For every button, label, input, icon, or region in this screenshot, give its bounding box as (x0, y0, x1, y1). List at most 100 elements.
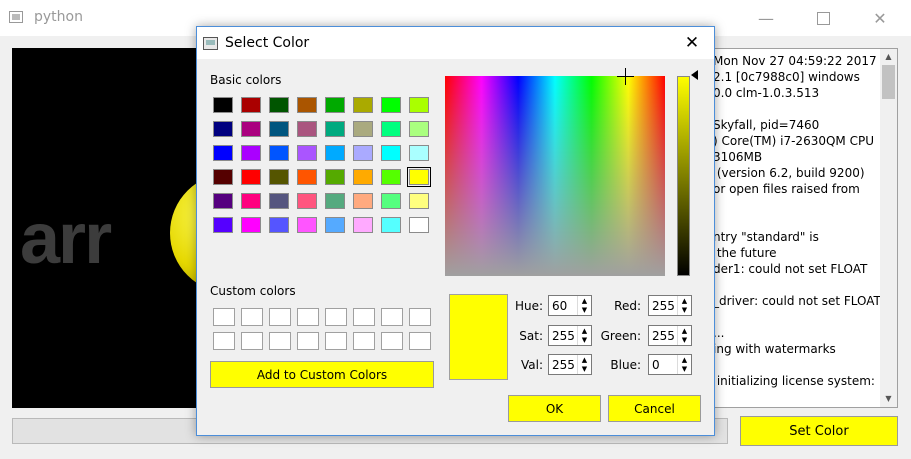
basic-color-swatch[interactable] (269, 121, 289, 137)
basic-color-swatch[interactable] (213, 97, 233, 113)
basic-color-swatch[interactable] (269, 97, 289, 113)
custom-color-swatch[interactable] (213, 308, 235, 326)
basic-color-swatch[interactable] (325, 97, 345, 113)
basic-color-swatch[interactable] (213, 121, 233, 137)
custom-color-swatch[interactable] (381, 332, 403, 350)
basic-color-swatch[interactable] (381, 169, 401, 185)
custom-color-swatch[interactable] (297, 332, 319, 350)
basic-color-swatch[interactable] (269, 169, 289, 185)
basic-color-swatch[interactable] (325, 121, 345, 137)
app-icon (9, 11, 23, 23)
luminance-slider[interactable] (677, 76, 690, 276)
basic-color-swatch[interactable] (213, 145, 233, 161)
spin-arrows-icon[interactable]: ▲ ▼ (677, 355, 691, 374)
basic-color-swatch[interactable] (213, 217, 233, 233)
basic-color-swatch[interactable] (269, 217, 289, 233)
custom-color-swatch[interactable] (325, 332, 347, 350)
custom-color-swatch[interactable] (409, 332, 431, 350)
close-icon[interactable]: ✕ (857, 0, 903, 36)
basic-color-swatch[interactable] (353, 145, 373, 161)
log-scrollbar[interactable]: ▲ ▼ (880, 49, 897, 407)
green-label: Green: (600, 329, 641, 343)
basic-color-swatch[interactable] (381, 97, 401, 113)
basic-color-swatch[interactable] (353, 193, 373, 209)
basic-color-swatch[interactable] (213, 193, 233, 209)
basic-color-swatch[interactable] (241, 193, 261, 209)
basic-color-swatch[interactable] (353, 169, 373, 185)
scroll-down-icon[interactable]: ▼ (880, 391, 897, 407)
custom-color-swatch[interactable] (241, 308, 263, 326)
basic-color-swatch[interactable] (381, 145, 401, 161)
basic-color-swatch[interactable] (297, 169, 317, 185)
basic-color-swatch[interactable] (353, 121, 373, 137)
basic-color-swatch[interactable] (241, 121, 261, 137)
basic-color-swatch[interactable] (241, 145, 261, 161)
basic-color-swatch[interactable] (325, 217, 345, 233)
log-panel[interactable]: Mon Nov 27 04:59:22 2017 2.1 [0c7988c0] w… (706, 48, 898, 408)
set-color-button[interactable]: Set Color (740, 416, 898, 446)
basic-color-swatch[interactable] (381, 121, 401, 137)
custom-color-swatch[interactable] (353, 332, 375, 350)
scroll-up-icon[interactable]: ▲ (880, 49, 897, 65)
basic-color-swatch[interactable] (241, 217, 261, 233)
log-line: or open files raised from (713, 182, 860, 196)
red-spinbox[interactable]: 255 ▲ ▼ (648, 295, 692, 316)
spin-arrows-icon[interactable]: ▲ ▼ (677, 326, 691, 345)
basic-color-swatch[interactable] (381, 217, 401, 233)
minimize-icon[interactable]: — (743, 0, 789, 36)
basic-color-swatch[interactable] (407, 167, 431, 187)
blue-spinbox[interactable]: 0 ▲ ▼ (648, 354, 692, 375)
custom-color-swatch[interactable] (381, 308, 403, 326)
basic-color-swatch[interactable] (269, 193, 289, 209)
basic-color-swatch[interactable] (381, 193, 401, 209)
ok-button[interactable]: OK (508, 395, 601, 422)
color-spectrum[interactable] (445, 68, 665, 276)
cancel-button[interactable]: Cancel (608, 395, 701, 422)
basic-color-swatch[interactable] (409, 145, 429, 161)
hue-value: 60 (552, 298, 568, 313)
custom-color-swatch[interactable] (269, 332, 291, 350)
basic-color-swatch[interactable] (409, 193, 429, 209)
basic-color-swatch[interactable] (297, 145, 317, 161)
custom-color-swatch[interactable] (297, 308, 319, 326)
basic-color-swatch[interactable] (409, 121, 429, 137)
scroll-thumb[interactable] (882, 65, 895, 99)
custom-color-swatch[interactable] (213, 332, 235, 350)
red-label: Red: (614, 299, 641, 313)
dialog-icon (203, 37, 218, 50)
basic-color-swatch[interactable] (213, 169, 233, 185)
basic-color-swatch[interactable] (241, 169, 261, 185)
log-line: Skyfall, pid=7460 (713, 118, 820, 132)
basic-color-swatch[interactable] (409, 217, 429, 233)
basic-color-swatch[interactable] (325, 169, 345, 185)
luminance-pointer-icon[interactable] (691, 70, 698, 80)
basic-color-swatch[interactable] (353, 97, 373, 113)
custom-color-swatch[interactable] (241, 332, 263, 350)
green-spinbox[interactable]: 255 ▲ ▼ (648, 325, 692, 346)
dialog-title: Select Color (225, 35, 310, 51)
spin-arrows-icon[interactable]: ▲ ▼ (677, 296, 691, 315)
basic-color-swatch[interactable] (297, 121, 317, 137)
basic-color-swatch[interactable] (325, 193, 345, 209)
custom-colors-grid (213, 308, 437, 352)
add-custom-colors-button[interactable]: Add to Custom Colors (210, 361, 434, 388)
basic-color-swatch[interactable] (297, 97, 317, 113)
basic-color-swatch[interactable] (325, 145, 345, 161)
basic-color-swatch[interactable] (241, 97, 261, 113)
log-text: Mon Nov 27 04:59:22 2017 2.1 [0c7988c0] w… (713, 53, 881, 389)
basic-color-swatch[interactable] (269, 145, 289, 161)
basic-color-swatch[interactable] (353, 217, 373, 233)
custom-color-swatch[interactable] (269, 308, 291, 326)
custom-color-swatch[interactable] (409, 308, 431, 326)
basic-color-swatch[interactable] (409, 97, 429, 113)
custom-color-swatch[interactable] (353, 308, 375, 326)
custom-color-swatch[interactable] (325, 308, 347, 326)
dialog-close-icon[interactable]: ✕ (674, 29, 710, 57)
basic-color-swatch[interactable] (297, 193, 317, 209)
basic-color-swatch[interactable] (297, 217, 317, 233)
maximize-icon[interactable] (800, 0, 846, 36)
